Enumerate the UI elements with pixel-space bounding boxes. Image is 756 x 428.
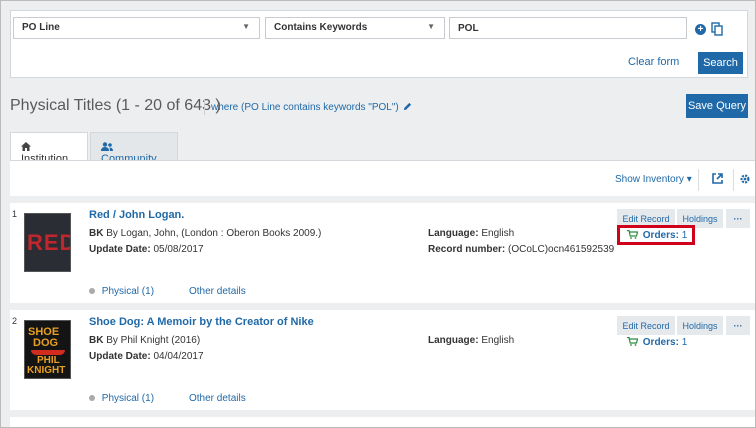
record-number-value: (OCoLC)ocn461592539 — [508, 244, 615, 255]
language-value: English — [481, 228, 515, 239]
byline: BK By Logan, John, (London : Oberon Book… — [89, 228, 321, 239]
record-number-label: Record number: — [428, 244, 506, 255]
byline-text: By Logan, John, (London : Oberon Books 2… — [106, 228, 322, 239]
other-details-link[interactable]: Other details — [189, 393, 246, 404]
orders-count: 1 — [681, 337, 688, 348]
chevron-down-icon: ▼ — [427, 22, 435, 31]
orders-link[interactable]: Orders: 1 — [627, 337, 687, 348]
result-row — [10, 417, 755, 427]
result-row: 2 SHOE DOG PHIL KNIGHT Shoe Dog: A Memoi… — [10, 310, 755, 410]
pencil-icon — [403, 102, 411, 111]
query-description-text: where (PO Line contains keywords "POL") — [211, 102, 399, 113]
holdings-button[interactable]: Holdings — [677, 316, 723, 335]
update-date-label: Update Date: — [89, 351, 151, 362]
operator-select-value: Contains Keywords — [274, 22, 368, 33]
save-query-button[interactable]: Save Query — [686, 94, 748, 118]
search-panel: PO Line ▼ Contains Keywords ▼ + Clear fo… — [10, 10, 748, 78]
book-cover-image[interactable]: RED — [24, 213, 71, 272]
cart-icon — [627, 337, 638, 346]
show-inventory-label: Show Inventory — [615, 174, 684, 185]
chevron-down-icon: ▼ — [242, 22, 250, 31]
status-dot-icon — [89, 288, 95, 294]
home-icon — [21, 142, 31, 151]
book-cover-image[interactable]: SHOE DOG PHIL KNIGHT — [24, 320, 71, 379]
query-description-link[interactable]: where (PO Line contains keywords "POL") — [211, 102, 412, 113]
orders-label: Orders: — [642, 337, 679, 348]
tab-institution[interactable]: Institution — [10, 132, 88, 165]
physical-label: Physical (1) — [101, 286, 155, 297]
other-details-link[interactable]: Other details — [189, 286, 246, 297]
users-icon — [101, 142, 113, 151]
language: Language: English — [428, 228, 514, 239]
results-panel: Show Inventory ▾ 1 RED Red / John Logan. — [10, 160, 755, 427]
edit-record-button[interactable]: Edit Record — [617, 316, 675, 335]
highlight-box — [617, 225, 695, 245]
divider — [204, 99, 205, 115]
update-date-value: 04/04/2017 — [153, 351, 204, 362]
cover-text: DOG — [33, 337, 59, 349]
material-type: BK — [89, 228, 104, 239]
update-date-label: Update Date: — [89, 244, 151, 255]
copy-icon[interactable] — [711, 22, 723, 36]
row-index: 2 — [12, 316, 18, 326]
title-link[interactable]: Shoe Dog: A Memoir by the Creator of Nik… — [89, 316, 314, 328]
page-title: Physical Titles (1 - 20 of 643 ) — [10, 97, 221, 114]
gear-icon[interactable] — [740, 174, 750, 184]
record-number: Record number: (OCoLC)ocn461592539 — [428, 244, 614, 255]
language-value: English — [481, 335, 515, 346]
clear-form-link[interactable]: Clear form — [628, 56, 679, 68]
byline-text: By Phil Knight (2016) — [106, 335, 201, 346]
update-date: Update Date: 05/08/2017 — [89, 244, 204, 255]
cover-text: RED — [27, 230, 70, 255]
search-input[interactable] — [449, 17, 687, 39]
title-link[interactable]: Red / John Logan. — [89, 209, 184, 221]
field-select-value: PO Line — [22, 22, 60, 33]
language-label: Language: — [428, 228, 479, 239]
result-row: 1 RED Red / John Logan. BK By Logan, Joh… — [10, 203, 755, 303]
caret-down-icon: ▾ — [686, 174, 692, 185]
byline: BK By Phil Knight (2016) — [89, 335, 200, 346]
physical-link[interactable]: Physical (1) — [89, 286, 154, 297]
external-link-icon[interactable] — [712, 173, 723, 184]
more-actions-button[interactable]: ··· — [726, 209, 750, 228]
results-toolbar: Show Inventory ▾ — [10, 160, 755, 196]
more-actions-button[interactable]: ··· — [726, 316, 750, 335]
material-type: BK — [89, 335, 104, 346]
show-inventory-dropdown[interactable]: Show Inventory ▾ — [615, 174, 692, 185]
add-condition-icon[interactable]: + — [695, 24, 706, 35]
search-button[interactable]: Search — [698, 52, 743, 74]
language-label: Language: — [428, 335, 479, 346]
status-dot-icon — [89, 395, 95, 401]
physical-label: Physical (1) — [101, 393, 155, 404]
physical-link[interactable]: Physical (1) — [89, 393, 154, 404]
row-index: 1 — [12, 209, 18, 219]
update-date: Update Date: 04/04/2017 — [89, 351, 204, 362]
language: Language: English — [428, 335, 514, 346]
update-date-value: 05/08/2017 — [153, 244, 204, 255]
divider — [733, 169, 734, 191]
tab-community[interactable]: Community — [90, 132, 178, 165]
field-select[interactable]: PO Line ▼ — [13, 17, 260, 39]
operator-select[interactable]: Contains Keywords ▼ — [265, 17, 445, 39]
divider — [698, 169, 699, 191]
app-frame: PO Line ▼ Contains Keywords ▼ + Clear fo… — [0, 0, 756, 428]
cover-text: KNIGHT — [27, 365, 66, 376]
